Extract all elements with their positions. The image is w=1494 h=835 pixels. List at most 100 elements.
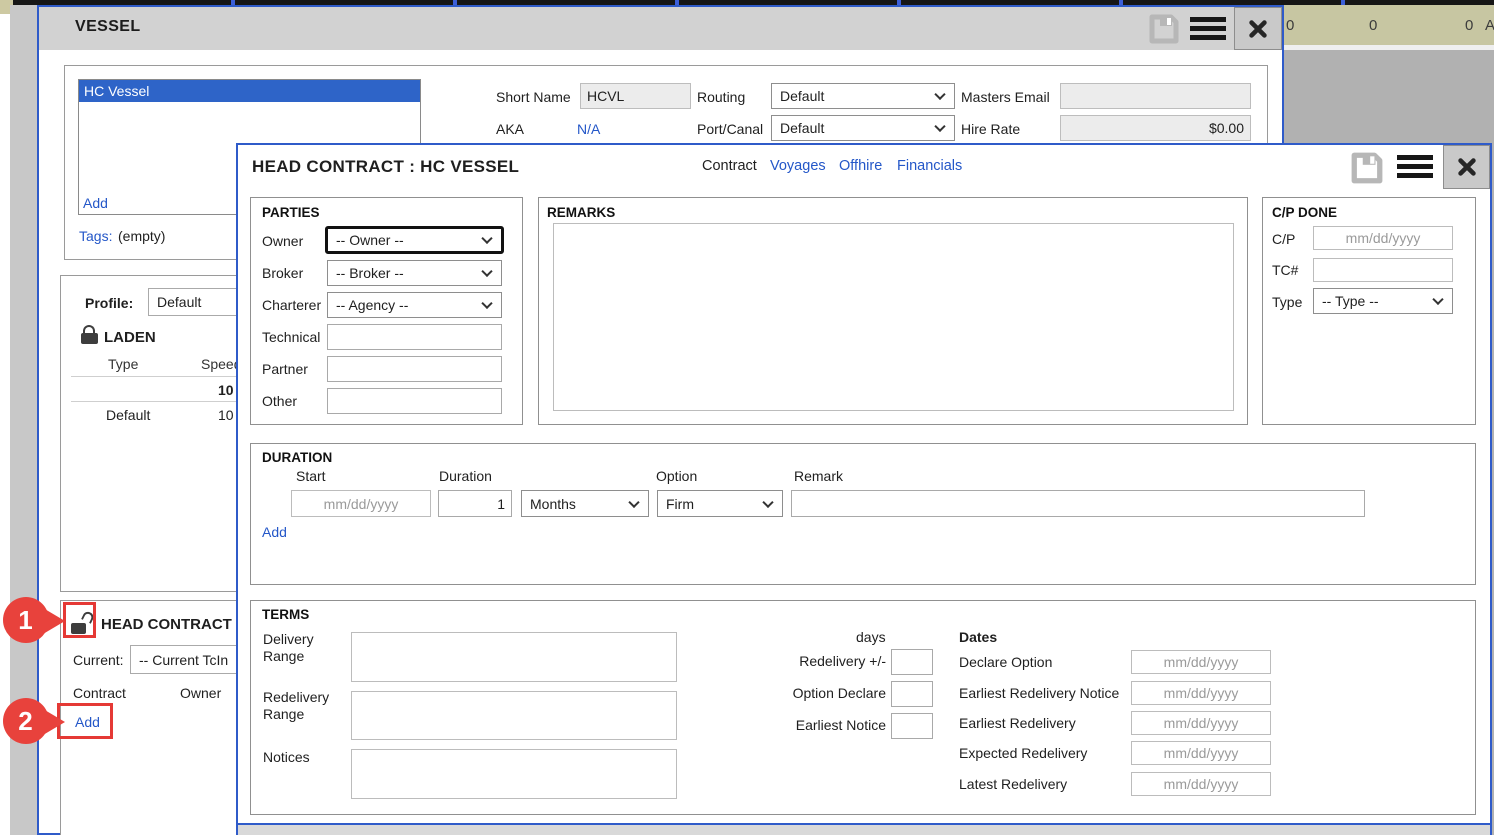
masters-email-label: Masters Email	[961, 89, 1050, 105]
redelivery-range-textarea[interactable]	[351, 691, 677, 740]
partner-input[interactable]	[327, 356, 502, 382]
annotation-number-1: 1	[2, 605, 49, 636]
chevron-down-icon	[481, 298, 492, 309]
earliest-notice-label: Earliest Notice	[736, 717, 886, 733]
menu-icon[interactable]	[1190, 17, 1226, 40]
annotation-box-1	[63, 602, 96, 638]
technical-input[interactable]	[327, 324, 502, 350]
laden-title: LADEN	[104, 329, 156, 346]
tc-number-input[interactable]	[1313, 258, 1453, 282]
short-name-label: Short Name	[496, 89, 571, 105]
delivery-range-textarea[interactable]	[351, 632, 677, 682]
remarks-title: REMARKS	[547, 205, 615, 220]
earliest-redelivery-notice-date[interactable]	[1131, 681, 1271, 705]
duration-option-select[interactable]: Firm	[657, 490, 783, 517]
other-label: Other	[262, 393, 297, 409]
remarks-textarea[interactable]	[553, 223, 1234, 411]
sheet-cell-1: 0	[1286, 17, 1294, 34]
dates-header: Dates	[959, 629, 997, 645]
screen: 0 0 0 A VESSEL	[0, 0, 1494, 835]
duration-start-input[interactable]	[291, 490, 431, 517]
expected-redelivery-date[interactable]	[1131, 741, 1271, 765]
aka-value-link[interactable]: N/A	[577, 121, 600, 137]
speed-row2-type: Default	[106, 407, 150, 423]
vessel-list-add-link[interactable]: Add	[83, 195, 108, 211]
option-declare-label: Option Declare	[736, 685, 886, 701]
tags-value: (empty)	[118, 228, 165, 244]
terms-title: TERMS	[262, 607, 309, 622]
owner-select[interactable]: -- Owner --	[325, 226, 504, 254]
type-select-value: -- Type --	[1322, 293, 1379, 309]
redelivery-plus-minus-input[interactable]	[891, 649, 933, 675]
cp-done-title: C/P DONE	[1272, 205, 1337, 220]
duration-col-start: Start	[296, 468, 326, 484]
duration-unit-value: Months	[530, 496, 576, 512]
declare-option-label: Declare Option	[959, 654, 1052, 670]
tab-voyages[interactable]: Voyages	[770, 158, 826, 174]
declare-option-date[interactable]	[1131, 650, 1271, 674]
sheet-cell-3: 0	[1465, 17, 1473, 34]
technical-label: Technical	[262, 329, 320, 345]
tags-link[interactable]: Tags:	[79, 228, 112, 244]
notices-textarea[interactable]	[351, 749, 677, 799]
option-declare-input[interactable]	[891, 681, 933, 707]
routing-select-value: Default	[780, 88, 824, 104]
annotation-number-2: 2	[2, 706, 49, 737]
earliest-redelivery-date[interactable]	[1131, 711, 1271, 735]
tab-financials[interactable]: Financials	[897, 158, 962, 174]
save-icon[interactable]	[1147, 13, 1181, 45]
charterer-select-value: -- Agency --	[336, 297, 408, 313]
dialog-close-button[interactable]	[1443, 145, 1490, 189]
earliest-redelivery-label: Earliest Redelivery	[959, 715, 1076, 731]
remarks-section: REMARKS	[538, 197, 1248, 425]
days-header: days	[856, 629, 886, 645]
duration-section: DURATION Start Duration Option Remark Mo…	[250, 443, 1476, 585]
current-label: Current:	[73, 652, 124, 668]
tab-contract[interactable]: Contract	[702, 158, 757, 174]
vessel-list-item-label: HC Vessel	[84, 83, 149, 99]
vessel-window-title: VESSEL	[75, 18, 141, 36]
earliest-notice-input[interactable]	[891, 713, 933, 739]
lock-icon	[81, 325, 98, 344]
duration-value-input[interactable]	[438, 490, 512, 517]
chevron-down-icon	[762, 496, 773, 507]
close-button[interactable]	[1234, 7, 1282, 50]
broker-select[interactable]: -- Broker --	[327, 260, 502, 286]
hire-rate-input[interactable]	[1060, 115, 1251, 141]
chevron-down-icon	[481, 233, 492, 244]
duration-remark-input[interactable]	[791, 490, 1365, 517]
redelivery-plus-minus-label: Redelivery +/-	[736, 653, 886, 669]
short-name-input[interactable]	[580, 83, 691, 109]
latest-redelivery-date[interactable]	[1131, 772, 1271, 796]
profile-select-value: Default	[157, 294, 201, 310]
vessel-list-item[interactable]: HC Vessel	[79, 80, 420, 102]
other-input[interactable]	[327, 388, 502, 414]
duration-option-value: Firm	[666, 496, 694, 512]
dialog-save-icon[interactable]	[1350, 151, 1384, 185]
duration-col-remark: Remark	[794, 468, 843, 484]
routing-label: Routing	[697, 89, 745, 105]
duration-add-link[interactable]: Add	[262, 524, 287, 540]
dialog-menu-icon[interactable]	[1397, 155, 1433, 178]
charterer-label: Charterer	[262, 297, 321, 313]
close-icon	[1247, 18, 1269, 40]
duration-title: DURATION	[262, 450, 332, 465]
duration-unit-select[interactable]: Months	[521, 490, 649, 517]
chevron-down-icon	[481, 266, 492, 277]
annotation-marker-1: 1	[2, 596, 66, 644]
port-canal-select-value: Default	[780, 120, 824, 136]
charterer-select[interactable]: -- Agency --	[327, 292, 502, 318]
routing-select[interactable]: Default	[771, 83, 955, 109]
annotation-marker-2: 2	[2, 697, 66, 745]
port-canal-select[interactable]: Default	[771, 115, 955, 141]
type-select[interactable]: -- Type --	[1313, 288, 1453, 314]
owner-label: Owner	[262, 233, 303, 249]
sheet-cell-4: A	[1485, 17, 1494, 34]
tab-offhire[interactable]: Offhire	[839, 158, 882, 174]
contract-col-header: Contract	[73, 685, 126, 701]
speed-row1-speed: 10	[218, 382, 234, 398]
masters-email-input[interactable]	[1060, 83, 1251, 109]
speed-col-type: Type	[108, 356, 138, 372]
speed-row2-speed: 10	[218, 407, 234, 423]
cp-date-input[interactable]	[1313, 226, 1453, 250]
